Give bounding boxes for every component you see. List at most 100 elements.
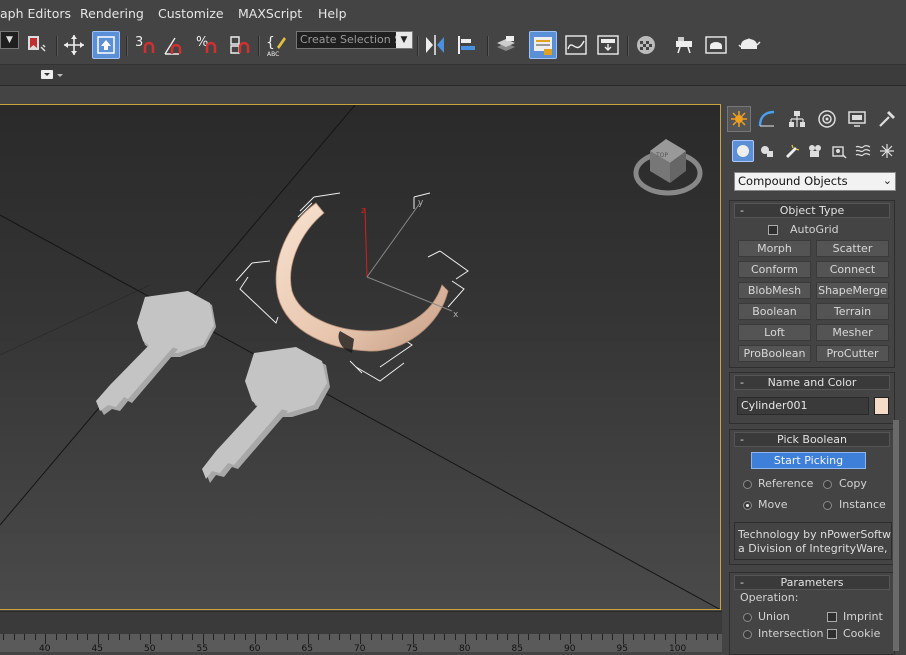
connect-button[interactable]: Connect: [816, 261, 889, 278]
morph-button[interactable]: Morph: [738, 240, 811, 257]
move-radio[interactable]: [743, 501, 752, 510]
toolbar-separator: [258, 36, 260, 56]
material-editor-icon[interactable]: [632, 31, 660, 59]
percent-snap-icon[interactable]: %: [192, 31, 220, 59]
modify-tab-icon[interactable]: [755, 106, 779, 132]
ruler-tick: [66, 634, 67, 640]
mesher-button[interactable]: Mesher: [816, 324, 889, 341]
union-radio[interactable]: [743, 613, 752, 622]
mirror-icon[interactable]: [421, 31, 449, 59]
rendered-frame-window-icon[interactable]: [702, 31, 730, 59]
object-type-title: Object Type: [779, 204, 845, 217]
ribbon-toggle-button[interactable]: [41, 69, 65, 81]
menu-customize[interactable]: Customize: [158, 6, 224, 21]
track-bar-ruler[interactable]: 40 45 50 55 60 65 70 75 80 85 90 95 100: [0, 634, 722, 654]
pick-boolean-rollout-header[interactable]: - Pick Boolean: [734, 432, 890, 447]
collapse-icon: -: [740, 576, 744, 589]
move-icon[interactable]: [60, 31, 88, 59]
ruler-tick: [24, 634, 25, 640]
space-warps-icon[interactable]: [852, 140, 874, 162]
align-icon[interactable]: [453, 31, 481, 59]
helpers-icon[interactable]: [828, 140, 850, 162]
chevron-down-icon: ⌄: [882, 174, 892, 187]
menu-maxscript[interactable]: MAXScript: [238, 6, 302, 21]
display-tab-icon[interactable]: [845, 106, 869, 132]
ruler-tick: [444, 634, 445, 640]
operation-label: Operation:: [740, 591, 799, 604]
procutter-button[interactable]: ProCutter: [816, 345, 889, 362]
collapse-icon: -: [740, 204, 744, 217]
intersection-radio[interactable]: [743, 630, 752, 639]
ruler-tick: [3, 634, 4, 640]
perspective-viewport[interactable]: z y x TOP: [0, 104, 721, 610]
motion-tab-icon[interactable]: [815, 106, 839, 132]
edit-named-selection-icon[interactable]: {ABC: [263, 31, 291, 59]
instance-radio[interactable]: [823, 501, 832, 510]
layer-manager-icon[interactable]: [492, 31, 520, 59]
hierarchy-tab-icon[interactable]: [785, 106, 809, 132]
shapemerge-button[interactable]: ShapeMerge: [816, 282, 889, 299]
terrain-button[interactable]: Terrain: [816, 303, 889, 320]
ruler-tick: [244, 634, 246, 640]
menu-help[interactable]: Help: [318, 6, 347, 21]
ruler-tick: [612, 634, 613, 640]
angle-snap-icon[interactable]: [160, 31, 188, 59]
key-model-1: [96, 291, 216, 415]
blobmesh-button[interactable]: BlobMesh: [738, 282, 811, 299]
loft-button[interactable]: Loft: [738, 324, 811, 341]
scatter-button[interactable]: Scatter: [816, 240, 889, 257]
systems-icon[interactable]: [876, 140, 898, 162]
technology-info-box: Technology by nPowerSoftware a Division …: [734, 522, 892, 560]
category-dropdown[interactable]: Compound Objects ⌄: [734, 172, 896, 191]
curve-editor-icon[interactable]: [562, 31, 590, 59]
geometry-icon[interactable]: [732, 140, 754, 162]
snap-toggle-icon[interactable]: 3: [130, 31, 158, 59]
cylinder001-ring-model: [275, 202, 449, 352]
imprint-checkbox[interactable]: [827, 612, 837, 622]
object-type-rollout-header[interactable]: - Object Type: [734, 203, 890, 218]
cookie-checkbox[interactable]: [827, 629, 837, 639]
selection-filter-dropdown[interactable]: ▼: [0, 31, 19, 49]
scene-explorer-icon[interactable]: [529, 31, 557, 59]
name-and-color-rollout-header[interactable]: - Name and Color: [734, 375, 890, 390]
menu-bar: aph Editors Rendering Customize MAXScrip…: [0, 0, 906, 29]
autogrid-label: AutoGrid: [790, 223, 839, 236]
utilities-tab-icon[interactable]: [875, 106, 899, 132]
ruler-tick: [223, 634, 225, 640]
object-color-swatch[interactable]: [874, 397, 889, 415]
object-name-field[interactable]: Cylinder001: [737, 397, 869, 415]
menu-graph-editors[interactable]: aph Editors: [0, 6, 71, 21]
shapes-icon[interactable]: [756, 140, 778, 162]
render-production-icon[interactable]: [735, 31, 763, 59]
command-panel-scrollbar[interactable]: [893, 420, 899, 651]
start-picking-button[interactable]: Start Picking: [751, 452, 866, 469]
select-and-place-icon[interactable]: [92, 31, 120, 59]
ruler-tick-label: 95: [616, 644, 628, 654]
cameras-icon[interactable]: [804, 140, 826, 162]
reference-radio[interactable]: [743, 480, 752, 489]
render-setup-icon[interactable]: [670, 31, 698, 59]
copy-radio[interactable]: [823, 480, 832, 489]
grid-line: [0, 214, 720, 609]
named-selection-set-dropdown[interactable]: Create Selection Se ▼: [296, 31, 413, 49]
proboolean-button[interactable]: ProBoolean: [738, 345, 811, 362]
reference-label: Reference: [758, 477, 814, 490]
name-and-color-rollout: - Name and Color Cylinder001: [729, 372, 895, 424]
select-and-link-icon[interactable]: [23, 31, 51, 59]
conform-button[interactable]: Conform: [738, 261, 811, 278]
boolean-button[interactable]: Boolean: [738, 303, 811, 320]
create-tab-icon[interactable]: [727, 106, 751, 132]
parameters-rollout-header[interactable]: - Parameters: [734, 575, 890, 590]
imprint-label: Imprint: [843, 610, 883, 623]
schematic-view-icon[interactable]: [594, 31, 622, 59]
spinner-snap-icon[interactable]: [225, 31, 253, 59]
gizmo-y-axis: [366, 202, 421, 278]
ruler-tick: [87, 634, 88, 640]
autogrid-checkbox[interactable]: [768, 225, 778, 235]
ruler-tick: [349, 634, 351, 640]
gizmo-y-label: y: [418, 198, 424, 208]
toolbar-separator: [627, 36, 629, 56]
menu-rendering[interactable]: Rendering: [80, 6, 144, 21]
toolbar-separator: [126, 36, 128, 56]
lights-icon[interactable]: [780, 140, 802, 162]
